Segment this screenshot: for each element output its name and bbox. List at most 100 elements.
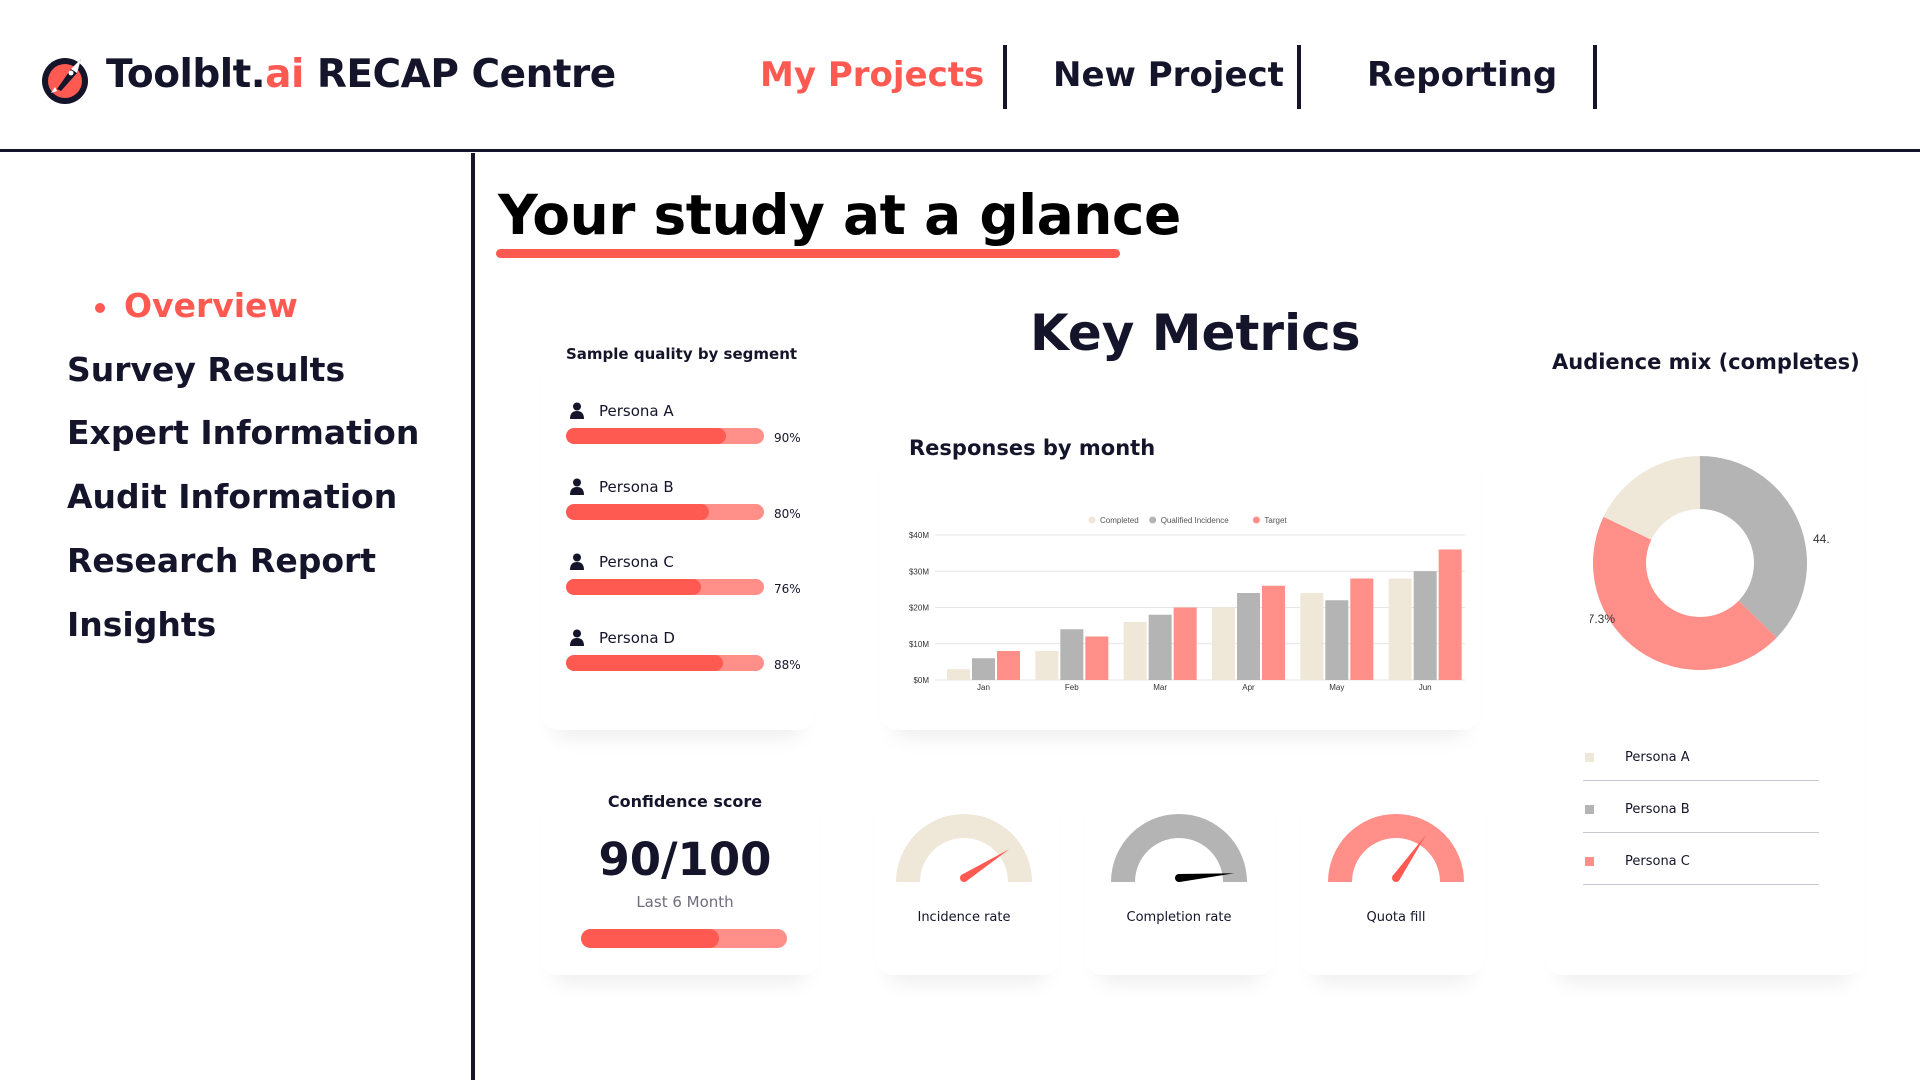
bar-target (997, 651, 1020, 680)
segment-label: Persona C (599, 553, 674, 571)
person-icon (570, 402, 584, 419)
nav-my-projects[interactable]: My Projects (760, 55, 984, 95)
bar-completed (1300, 593, 1324, 680)
segment-progress-bar (566, 428, 764, 444)
bar-completed (1212, 607, 1235, 680)
y-tick-label: $0M (913, 676, 929, 685)
nav-new-project[interactable]: New Project (1053, 55, 1284, 95)
bar-completed (1388, 578, 1412, 680)
incidence-rate-gauge (896, 814, 1032, 882)
nav-divider (1003, 45, 1007, 109)
audience-mix-title: Audience mix (completes) (1552, 350, 1860, 374)
legend-item: Completed (1088, 516, 1139, 525)
sidebar-item-audit-information[interactable]: Audit Information (67, 477, 397, 516)
bar-target (1438, 549, 1462, 680)
segment-progress-fill (566, 579, 702, 595)
legend-dot (1252, 516, 1260, 524)
y-tick-label: $40M (909, 531, 929, 540)
segment-progress-fill (566, 655, 723, 671)
x-tick-label: Jan (977, 683, 990, 692)
bar-target (1173, 607, 1197, 680)
brand-name[interactable]: Toolblt.ai RECAP Centre (106, 52, 616, 97)
y-tick-label: $30M (909, 567, 929, 576)
segment-label: Persona B (599, 478, 674, 496)
legend-item: Qualified Incidence (1149, 516, 1229, 525)
sample-quality-row: Persona A 90% (566, 402, 826, 448)
segment-value: 90% (774, 431, 801, 445)
gauge-pivot (1175, 874, 1183, 882)
bar-qualified-incidence (1237, 593, 1260, 680)
title-underline (496, 249, 1120, 258)
legend-label: Persona A (1625, 750, 1690, 765)
gauge-needle (1392, 834, 1427, 881)
person-icon (570, 553, 584, 570)
legend-item: Target (1252, 516, 1287, 525)
brand-ai-text: ai (265, 52, 304, 97)
segment-label: Persona A (599, 402, 674, 420)
x-tick-label: Apr (1242, 683, 1255, 692)
bar-target (1262, 585, 1285, 680)
top-header: Toolblt.ai RECAP Centre My Projects New … (0, 0, 1920, 152)
responses-chart-title: Responses by month (909, 436, 1156, 460)
section-title: Key Metrics (1030, 304, 1361, 362)
sidebar-item-insights[interactable]: Insights (67, 605, 216, 644)
bar-target (1350, 578, 1374, 680)
nav-divider (1297, 45, 1301, 109)
donut-value-label: 44.8% (1813, 532, 1830, 546)
legend-label: Persona C (1625, 854, 1690, 869)
completion-rate-gauge (1111, 814, 1247, 882)
bar-qualified-incidence (1413, 571, 1437, 680)
donut-slice-persona-b (1700, 456, 1807, 638)
segment-value: 76% (774, 582, 801, 596)
sample-quality-row: Persona C 76% (566, 553, 826, 599)
bar-qualified-incidence (1148, 614, 1172, 680)
bar-completed (1035, 651, 1059, 680)
person-icon (570, 478, 584, 495)
bar-qualified-incidence (1060, 629, 1084, 680)
gauge-arc (1111, 814, 1247, 882)
brand-suffix-text: RECAP Centre (303, 52, 616, 97)
legend-item-persona-a: Persona A (1583, 747, 1819, 781)
segment-progress-fill (566, 428, 727, 444)
segment-value: 88% (774, 658, 801, 672)
rocket-logo-icon[interactable] (37, 51, 93, 107)
x-tick-label: Mar (1153, 683, 1167, 692)
legend-swatch (1585, 805, 1594, 814)
brand-text: Toolblt. (106, 52, 266, 97)
sidebar-item-label: Overview (124, 286, 298, 325)
y-tick-label: $10M (909, 640, 929, 649)
responses-bar-chart: Completed Qualified Incidence Target $0M $10… (909, 516, 1465, 692)
gauge-pivot (1392, 874, 1400, 882)
legend-item-persona-b: Persona B (1583, 799, 1819, 833)
nav-divider (1593, 45, 1597, 109)
quota-fill-gauge (1328, 814, 1464, 882)
legend-label: Persona B (1625, 802, 1690, 817)
sample-quality-row: Persona B 80% (566, 478, 826, 524)
legend-item-persona-c: Persona C (1583, 851, 1819, 885)
nav-reporting[interactable]: Reporting (1367, 55, 1557, 95)
sample-quality-title: Sample quality by segment (566, 345, 798, 363)
bar-completed (1123, 622, 1147, 680)
gauge-needle (961, 849, 1010, 882)
sidebar-divider (471, 153, 475, 1080)
gauge-pivot (960, 874, 968, 882)
x-tick-label: May (1329, 683, 1344, 692)
confidence-progress-fill (581, 929, 720, 948)
legend-label: Qualified Incidence (1161, 516, 1230, 525)
segment-label: Persona D (599, 629, 675, 647)
bar-completed (947, 669, 970, 680)
bar-qualified-incidence (1325, 600, 1349, 680)
sidebar-item-survey-results[interactable]: Survey Results (67, 350, 345, 389)
quota-fill-label: Quota fill (1366, 910, 1426, 925)
sidebar-item-expert-information[interactable]: Expert Information (67, 413, 419, 452)
audience-donut-chart: 17.9% 37.3% 44.8% (1590, 450, 1830, 670)
completion-rate-label: Completion rate (1126, 910, 1232, 925)
sidebar-item-research-report[interactable]: Research Report (67, 541, 376, 580)
segment-progress-bar (566, 655, 764, 671)
sidebar-item-overview[interactable]: Overview (95, 286, 298, 325)
donut-value-label: 17.9% (1711, 450, 1745, 451)
y-tick-label: $20M (909, 604, 929, 613)
legend-swatch (1585, 857, 1594, 866)
legend-label: Completed (1100, 516, 1139, 525)
page-title: Your study at a glance (498, 183, 1181, 247)
